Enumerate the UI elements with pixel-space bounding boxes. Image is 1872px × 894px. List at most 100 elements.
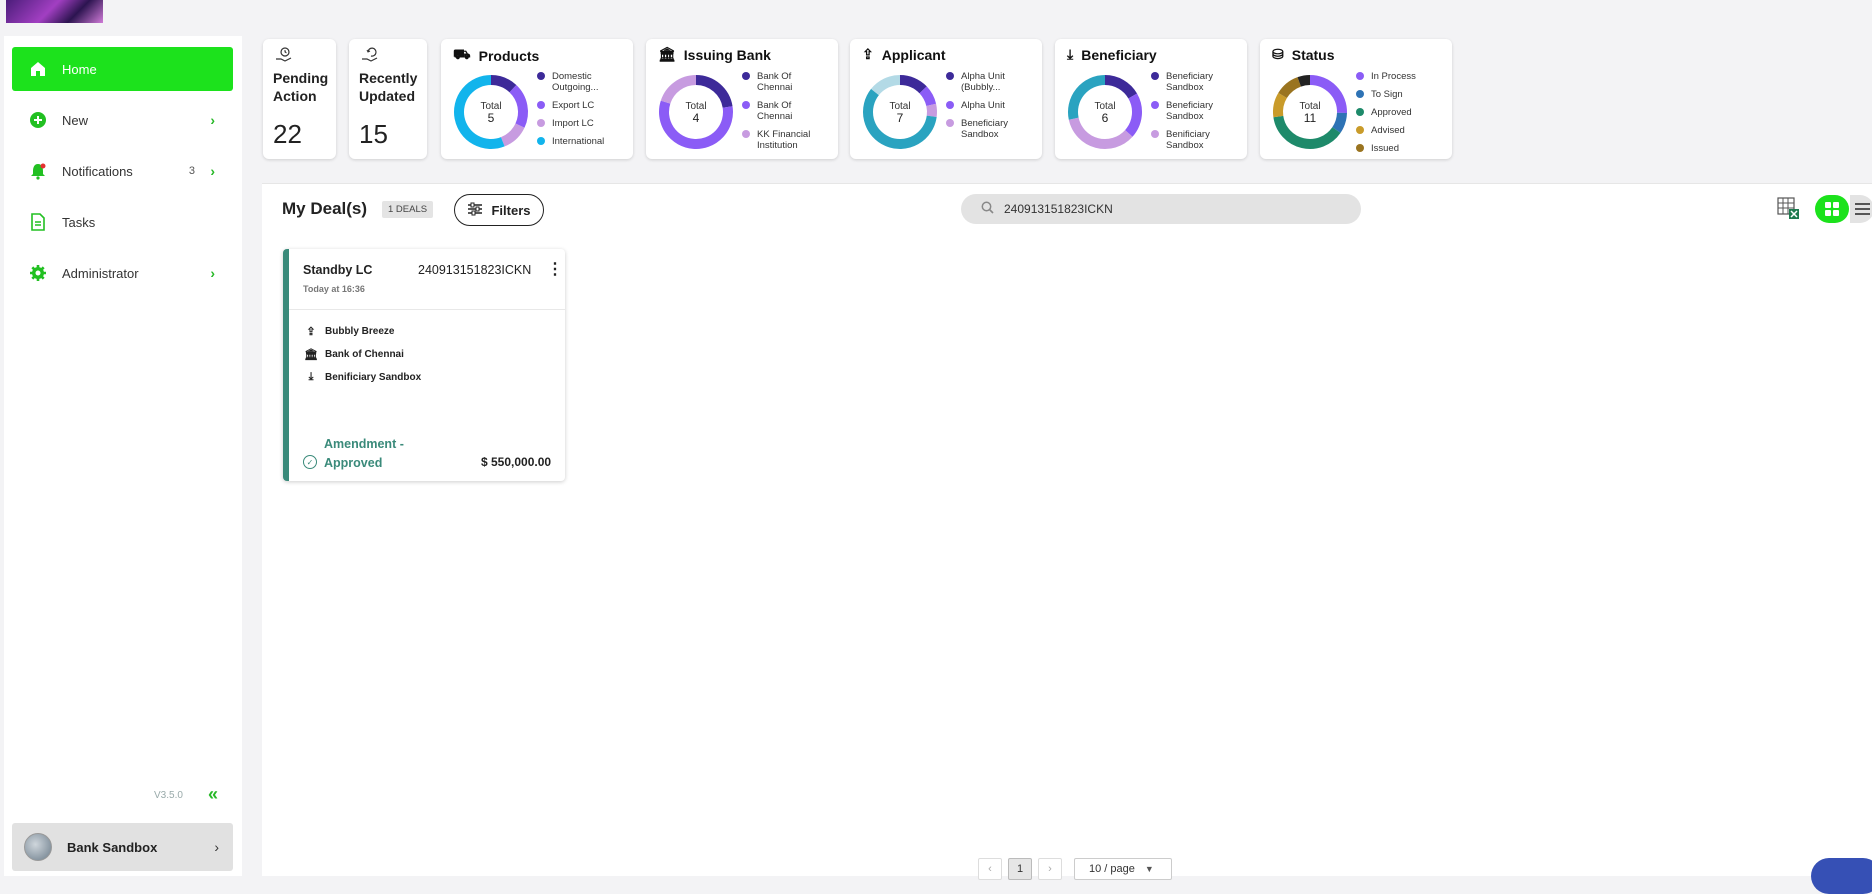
gear-icon [28, 263, 48, 283]
bank-icon: 🏛 [658, 46, 676, 62]
legend-item: International [537, 136, 623, 147]
deal-timestamp: Today at 16:36 [303, 284, 365, 294]
nav-new-label: New [62, 112, 89, 128]
next-page-button[interactable]: › [1038, 858, 1062, 880]
nav-administrator-label: Administrator [62, 265, 139, 281]
products-card[interactable]: ⛟ Products Total 5 Domestic Outgoing... Ex… [441, 39, 633, 159]
legend-dot [537, 119, 545, 127]
chevron-right-icon: › [214, 839, 219, 855]
legend-dot [1151, 130, 1159, 138]
legend-dot [537, 101, 545, 109]
donut-segment [1278, 77, 1302, 99]
prev-page-button[interactable]: ‹ [978, 858, 1002, 880]
status-title: Status [1291, 46, 1335, 63]
legend-dot [742, 101, 750, 109]
deal-applicant: ⇪ Bubbly Breeze [303, 325, 394, 338]
legend-dot [946, 119, 954, 127]
grid-view-toggle[interactable] [1815, 195, 1849, 223]
donut-segment [899, 75, 927, 94]
user-profile-button[interactable]: Bank Sandbox › [12, 823, 233, 871]
bank-icon: 🏛 [304, 349, 318, 361]
check-circle-icon: ✓ [303, 455, 317, 469]
legend-label: Beneficiary Sandbox [1166, 71, 1213, 93]
beneficiary-card[interactable]: ⤓ Beneficiary Total 6 Beneficiary Sandbox… [1055, 39, 1247, 159]
donut-segment [490, 75, 517, 93]
donut-total-value: 6 [1102, 111, 1109, 125]
legend-dot [1356, 144, 1364, 152]
donut-total-value: 7 [897, 111, 904, 125]
products-title: Products [478, 47, 540, 64]
deal-beneficiary: ⤓ Benificiary Sandbox [303, 371, 422, 384]
nav-home[interactable]: Home [12, 47, 233, 91]
legend-label: Approved [1371, 107, 1412, 118]
issuing-bank-card[interactable]: 🏛 Issuing Bank Total 4 Bank Of Chennai Ban… [646, 39, 838, 159]
nav-home-label: Home [62, 61, 97, 77]
user-name: Bank Sandbox [67, 839, 158, 855]
donut-segment [454, 75, 505, 149]
donut-total-value: 5 [488, 111, 495, 125]
donut-segment [1297, 75, 1311, 87]
deal-issuing-bank: 🏛 Bank of Chennai [303, 348, 404, 361]
issuing-bank-title: Issuing Bank [683, 46, 771, 63]
legend-dot [946, 101, 954, 109]
search-bar[interactable] [961, 194, 1361, 224]
applicant-card[interactable]: ⇪ Applicant Total 7 Alpha Unit (Bubbly...… [850, 39, 1042, 159]
donut-segment [500, 123, 525, 147]
legend-item: Import LC [537, 118, 623, 129]
collapse-sidebar-icon[interactable]: « [208, 784, 218, 805]
list-view-toggle[interactable] [1850, 195, 1872, 223]
deal-card[interactable]: Standby LC 240913151823ICKN ⋮ Today at 1… [283, 249, 565, 481]
bell-icon [28, 161, 48, 181]
legend-label: Benificiary Sandbox [1166, 129, 1210, 151]
legend-label: Bank Of Chennai [757, 71, 793, 93]
legend-item: Benificiary Sandbox [1151, 129, 1237, 151]
applicant-donut: Total 7 [863, 75, 937, 149]
nav-tasks[interactable]: Tasks [12, 200, 233, 244]
more-options-icon[interactable]: ⋮ [547, 259, 563, 279]
beneficiary-legend: Beneficiary Sandbox Beneficiary Sandbox Be… [1151, 71, 1237, 155]
page-1-button[interactable]: 1 [1008, 858, 1032, 880]
legend-dot [537, 72, 545, 80]
pagination: ‹ 1 › 10 / page ▼ [978, 858, 1172, 880]
app-logo[interactable] [6, 0, 103, 23]
nav-administrator[interactable]: Administrator › [12, 251, 233, 295]
legend-item: Beneficiary Sandbox [946, 118, 1032, 140]
legend-item: Alpha Unit (Bubbly... [946, 71, 1032, 93]
applicant-legend: Alpha Unit (Bubbly... Alpha Unit Beneficia… [946, 71, 1032, 155]
search-icon [981, 201, 994, 217]
legend-dot [1356, 126, 1364, 134]
list-icon [1855, 203, 1870, 215]
page-size-select[interactable]: 10 / page ▼ [1074, 858, 1172, 880]
help-chat-button[interactable] [1811, 858, 1872, 894]
status-icon: ⛁ [1272, 46, 1284, 62]
donut-segment [926, 103, 937, 117]
hand-refresh-icon [361, 47, 379, 66]
recently-updated-card[interactable]: Recently Updated 15 [349, 39, 427, 159]
chevron-right-icon: › [210, 163, 215, 179]
legend-item: To Sign [1356, 89, 1442, 100]
pending-action-card[interactable]: Pending Action 22 [263, 39, 336, 159]
legend-item: Bank Of Chennai [742, 71, 828, 93]
status-card[interactable]: ⛁ Status Total 11 In Process To Sign Approv… [1260, 39, 1452, 159]
legend-item: Issued [1356, 143, 1442, 154]
applicant-title: Applicant [881, 46, 946, 63]
donut-total-value: 4 [693, 111, 700, 125]
nav-notifications[interactable]: Notifications 3 › [12, 149, 233, 193]
nav-new[interactable]: New › [12, 98, 233, 142]
legend-label: Issued [1371, 143, 1399, 154]
filters-button[interactable]: Filters [454, 194, 544, 226]
excel-export-icon[interactable] [1776, 196, 1800, 220]
legend-label: Bank Of Chennai [757, 100, 793, 122]
donut-total-value: 11 [1304, 111, 1317, 125]
status-legend: In Process To Sign Approved Advised Issued [1356, 71, 1442, 155]
legend-item: Approved [1356, 107, 1442, 118]
chevron-down-icon: ▼ [1144, 864, 1154, 874]
donut-segment [1273, 92, 1288, 118]
legend-dot [742, 72, 750, 80]
chevron-right-icon: › [210, 265, 215, 281]
deals-count-badge: 1 DEALS [382, 201, 434, 218]
legend-label: Import LC [552, 118, 594, 129]
legend-label: International [552, 136, 605, 147]
avatar [24, 833, 52, 861]
search-input[interactable] [1004, 202, 1334, 216]
